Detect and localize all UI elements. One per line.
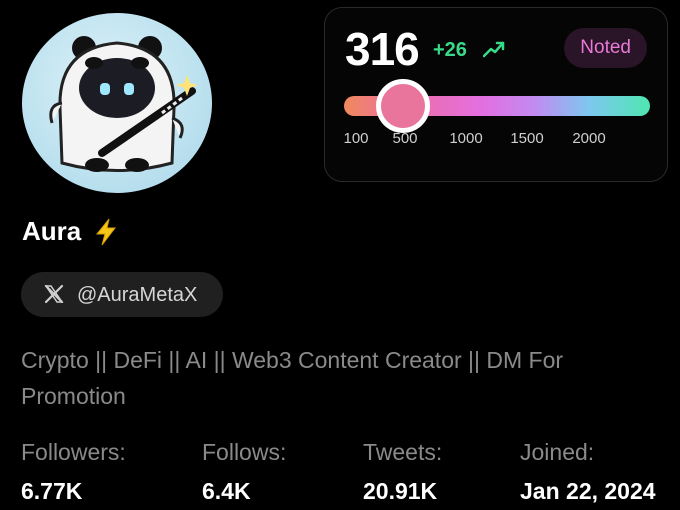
handle-text: @AuraMetaX xyxy=(77,284,198,306)
score-card: 316 +26 Noted 100 500 1000 1500 2000 xyxy=(324,7,668,182)
bio-text: Crypto || DeFi || AI || Web3 Content Cre… xyxy=(21,347,564,409)
noted-badge: Noted xyxy=(564,28,647,68)
handle-link[interactable]: @AuraMetaX xyxy=(21,272,223,317)
score-delta: +26 xyxy=(433,39,467,61)
stat-label-joined: Joined: xyxy=(520,439,595,465)
avatar[interactable] xyxy=(22,13,212,193)
slider-tick-1500: 1500 xyxy=(510,130,544,147)
score-slider-thumb[interactable] xyxy=(376,79,430,133)
slider-tick-1000: 1000 xyxy=(449,130,483,147)
slider-tick-500: 500 xyxy=(392,130,418,147)
stat-label-tweets: Tweets: xyxy=(363,439,443,465)
panda-ninja-avatar-icon xyxy=(49,36,198,172)
x-logo-icon xyxy=(44,284,64,304)
stat-value-joined: Jan 22, 2024 xyxy=(520,478,656,504)
score-value: 316 xyxy=(345,23,420,75)
stat-label-follows: Follows: xyxy=(202,439,287,465)
stat-value-followers[interactable]: 6.77K xyxy=(21,477,82,505)
lightning-bolt-icon xyxy=(95,218,117,246)
stat-label-followers: Followers: xyxy=(21,439,126,465)
slider-tick-100: 100 xyxy=(343,130,369,147)
trending-up-icon xyxy=(483,41,505,58)
stat-value-tweets[interactable]: 20.91K xyxy=(363,477,437,505)
stat-value-follows[interactable]: 6.4K xyxy=(202,477,251,505)
display-name: Aura xyxy=(22,216,82,246)
slider-tick-2000: 2000 xyxy=(572,130,606,147)
